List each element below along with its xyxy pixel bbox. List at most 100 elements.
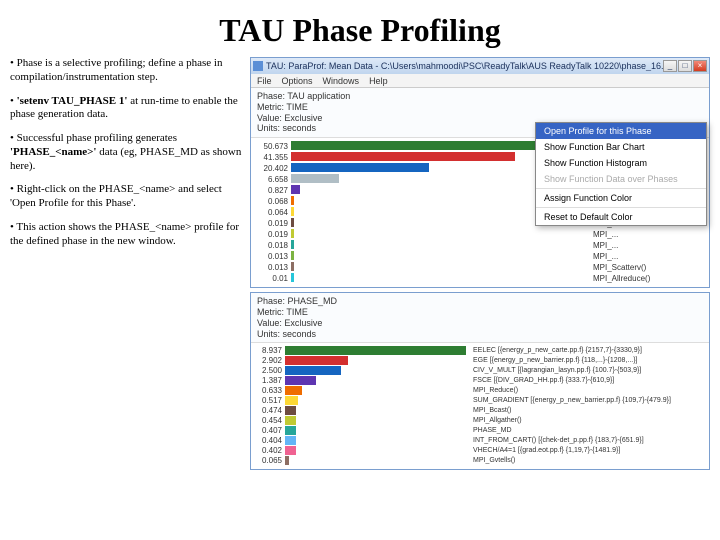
value-label: 0.068: [255, 196, 288, 207]
bar[interactable]: [285, 386, 302, 395]
bar[interactable]: [285, 426, 296, 435]
series-label[interactable]: EELEC [{energy_p_new_carte.pp.f} {2157,7…: [473, 346, 705, 355]
series-label[interactable]: MPI_Allreduce(): [593, 273, 705, 284]
bullet-item: Phase is a selective profiling; define a…: [10, 57, 244, 85]
context-menu-item[interactable]: Assign Function Color: [536, 190, 706, 206]
series-label[interactable]: MPI_...: [593, 240, 705, 251]
maximize-button[interactable]: □: [678, 60, 692, 72]
value-label: 0.018: [255, 240, 288, 251]
value-label: 0.013: [255, 251, 288, 262]
context-menu-item[interactable]: Show Function Bar Chart: [536, 139, 706, 155]
series-label[interactable]: MPI_...: [593, 251, 705, 262]
window-title: TAU: ParaProf: Mean Data - C:\Users\mahm…: [266, 61, 663, 71]
bar[interactable]: [291, 152, 515, 161]
bar[interactable]: [285, 416, 296, 425]
series-label[interactable]: PHASE_MD: [473, 426, 705, 435]
menu-item[interactable]: File: [257, 76, 272, 86]
paraprof-window-main: TAU: ParaProf: Mean Data - C:\Users\mahm…: [250, 57, 710, 288]
bar[interactable]: [291, 251, 294, 260]
bar[interactable]: [285, 346, 466, 355]
series-label[interactable]: CIV_V_MULT [{lagrangian_lasyn.pp.f} {100…: [473, 366, 705, 375]
value-label: 1.387: [255, 376, 282, 385]
bar[interactable]: [285, 356, 348, 365]
header-line: Metric: TIME: [257, 102, 703, 113]
header-line: Phase: PHASE_MD: [257, 296, 703, 307]
bar[interactable]: [291, 240, 294, 249]
value-label: 6.658: [255, 174, 288, 185]
bullet-item: Right-click on the PHASE_<name> and sele…: [10, 183, 244, 211]
menu-item[interactable]: Options: [282, 76, 313, 86]
value-label: 0.013: [255, 262, 288, 273]
bar[interactable]: [285, 376, 316, 385]
close-button[interactable]: ×: [693, 60, 707, 72]
context-menu-item[interactable]: Show Function Histogram: [536, 155, 706, 171]
titlebar[interactable]: TAU: ParaProf: Mean Data - C:\Users\mahm…: [251, 58, 709, 74]
context-menu-item[interactable]: Open Profile for this Phase: [536, 123, 706, 139]
paraprof-window-phase: Phase: PHASE_MDMetric: TIMEValue: Exclus…: [250, 292, 710, 470]
series-label[interactable]: VHECH/A4=1 [{grad.eot.pp.f} {1,19,7}-{14…: [473, 446, 705, 455]
value-label: 0.065: [255, 456, 282, 465]
value-label: 0.827: [255, 185, 288, 196]
value-label: 0.407: [255, 426, 282, 435]
value-label: 0.019: [255, 218, 288, 229]
series-label[interactable]: MPI_Allgather(): [473, 416, 705, 425]
value-label: 0.019: [255, 229, 288, 240]
value-label: 41.355: [255, 152, 288, 163]
bar[interactable]: [291, 229, 294, 238]
bar[interactable]: [291, 174, 339, 183]
minimize-button[interactable]: _: [663, 60, 677, 72]
header-line: Value: Exclusive: [257, 318, 703, 329]
bar[interactable]: [291, 196, 294, 205]
context-menu: Open Profile for this PhaseShow Function…: [535, 122, 707, 226]
value-label: 0.474: [255, 406, 282, 415]
series-label[interactable]: MPI_Gvtells(): [473, 456, 705, 465]
menu-item[interactable]: Windows: [323, 76, 360, 86]
bar[interactable]: [285, 406, 296, 415]
context-menu-item[interactable]: Show Function Data over Phases: [536, 171, 706, 187]
content: Phase is a selective profiling; define a…: [0, 57, 720, 474]
value-label: 0.402: [255, 446, 282, 455]
bar[interactable]: [285, 446, 296, 455]
bar[interactable]: [285, 436, 296, 445]
chart-header: Phase: PHASE_MDMetric: TIMEValue: Exclus…: [251, 293, 709, 343]
series-label[interactable]: FSCE [{DIV_GRAD_HH.pp.f} {333.7}-{610,9}…: [473, 376, 705, 385]
bullet-item: 'setenv TAU_PHASE 1' at run-time to enab…: [10, 95, 244, 123]
series-label[interactable]: INT_FROM_CART() [{chek-det_p.pp.f} {183,…: [473, 436, 705, 445]
series-label[interactable]: MPI_Bcast(): [473, 406, 705, 415]
bar[interactable]: [285, 456, 289, 465]
value-label: 50.673: [255, 141, 288, 152]
value-label: 0.01: [255, 273, 288, 284]
bullet-item: This action shows the PHASE_<name> profi…: [10, 221, 244, 249]
series-label[interactable]: MPI_Scatterv(): [593, 262, 705, 273]
bar[interactable]: [291, 207, 294, 216]
value-label: 0.064: [255, 207, 288, 218]
bar[interactable]: [291, 163, 429, 172]
slide-title: TAU Phase Profiling: [0, 0, 720, 57]
bar[interactable]: [291, 185, 300, 194]
series-label[interactable]: MPI_...: [593, 229, 705, 240]
value-label: 0.404: [255, 436, 282, 445]
value-label: 20.402: [255, 163, 288, 174]
menu-item[interactable]: Help: [369, 76, 388, 86]
app-icon: [253, 61, 263, 71]
series-label[interactable]: EGE [{energy_p_new_barrier.pp.f} {118,..…: [473, 356, 705, 365]
bar-chart-phase: 8.9372.9022.5001.3870.6330.5170.4740.454…: [251, 343, 709, 469]
context-menu-item[interactable]: Reset to Default Color: [536, 209, 706, 225]
menubar: File Options Windows Help: [251, 74, 709, 88]
bullet-list: Phase is a selective profiling; define a…: [10, 57, 244, 474]
bar[interactable]: [291, 273, 294, 282]
bar[interactable]: [285, 366, 341, 375]
bar[interactable]: [291, 262, 294, 271]
header-line: Phase: TAU application: [257, 91, 703, 102]
value-label: 8.937: [255, 346, 282, 355]
series-label[interactable]: SUM_GRADIENT [{energy_p_new_barrier.pp.f…: [473, 396, 705, 405]
value-label: 2.500: [255, 366, 282, 375]
value-label: 0.517: [255, 396, 282, 405]
series-label[interactable]: MPI_Reduce(): [473, 386, 705, 395]
header-line: Metric: TIME: [257, 307, 703, 318]
windows-area: TAU: ParaProf: Mean Data - C:\Users\mahm…: [250, 57, 710, 474]
value-label: 0.633: [255, 386, 282, 395]
bar[interactable]: [291, 218, 294, 227]
bullet-item: Successful phase profiling generates 'PH…: [10, 132, 244, 173]
bar[interactable]: [285, 396, 298, 405]
